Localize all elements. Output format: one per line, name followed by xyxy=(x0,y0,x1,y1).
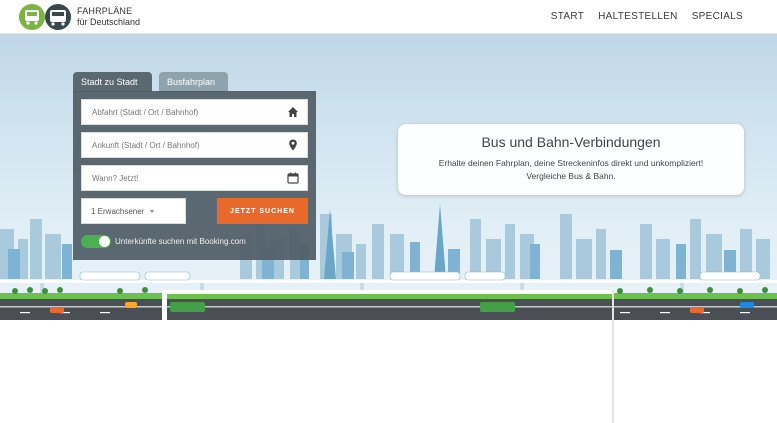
logo-icon[interactable] xyxy=(18,2,74,32)
nav-start[interactable]: START xyxy=(551,11,584,22)
departure-input[interactable] xyxy=(82,100,277,124)
home-icon xyxy=(288,107,298,117)
toggle-knob xyxy=(99,236,110,247)
info-text: Erhalte deinen Fahrplan, deine Streckeni… xyxy=(398,157,744,183)
search-panel: 1 Erwachsener JETZT SUCHEN Unterkünfte s… xyxy=(73,91,316,260)
content-frame xyxy=(162,290,614,423)
site-header: FAHRPLÄNE für Deutschland START HALTESTE… xyxy=(0,0,777,34)
logo-text[interactable]: FAHRPLÄNE für Deutschland xyxy=(77,6,140,28)
info-line-2: Vergleiche Bus & Bahn. xyxy=(526,171,616,181)
chevron-down-icon xyxy=(149,210,154,214)
search-button[interactable]: JETZT SUCHEN xyxy=(217,198,308,224)
nav-specials[interactable]: SPECIALS xyxy=(692,11,743,22)
logo-line-1: FAHRPLÄNE xyxy=(77,6,133,16)
info-line-1: Erhalte deinen Fahrplan, deine Streckeni… xyxy=(438,158,704,168)
passenger-select-value: 1 Erwachsener xyxy=(91,207,145,216)
location-pin-icon xyxy=(289,139,297,151)
booking-toggle-row: Unterkünfte suchen mit Booking.com xyxy=(81,235,246,248)
departure-field[interactable] xyxy=(81,99,308,125)
nav-haltestellen[interactable]: HALTESTELLEN xyxy=(598,11,678,22)
tab-busfahrplan[interactable]: Busfahrplan xyxy=(159,72,228,92)
calendar-icon[interactable] xyxy=(287,172,299,184)
tab-stadt-zu-stadt[interactable]: Stadt zu Stadt xyxy=(73,72,152,92)
arrival-input[interactable] xyxy=(82,133,277,157)
arrival-field[interactable] xyxy=(81,132,308,158)
booking-toggle[interactable] xyxy=(81,235,111,248)
booking-toggle-label: Unterkünfte suchen mit Booking.com xyxy=(115,237,246,246)
info-card: Bus und Bahn-Verbindungen Erhalte deinen… xyxy=(398,124,744,195)
logo-line-2: für Deutschland xyxy=(77,17,141,27)
passenger-select[interactable]: 1 Erwachsener xyxy=(81,198,186,224)
main-nav: START HALTESTELLEN SPECIALS xyxy=(551,11,743,22)
date-field[interactable] xyxy=(81,165,308,191)
info-title: Bus und Bahn-Verbindungen xyxy=(481,134,661,150)
date-input[interactable] xyxy=(82,166,277,190)
